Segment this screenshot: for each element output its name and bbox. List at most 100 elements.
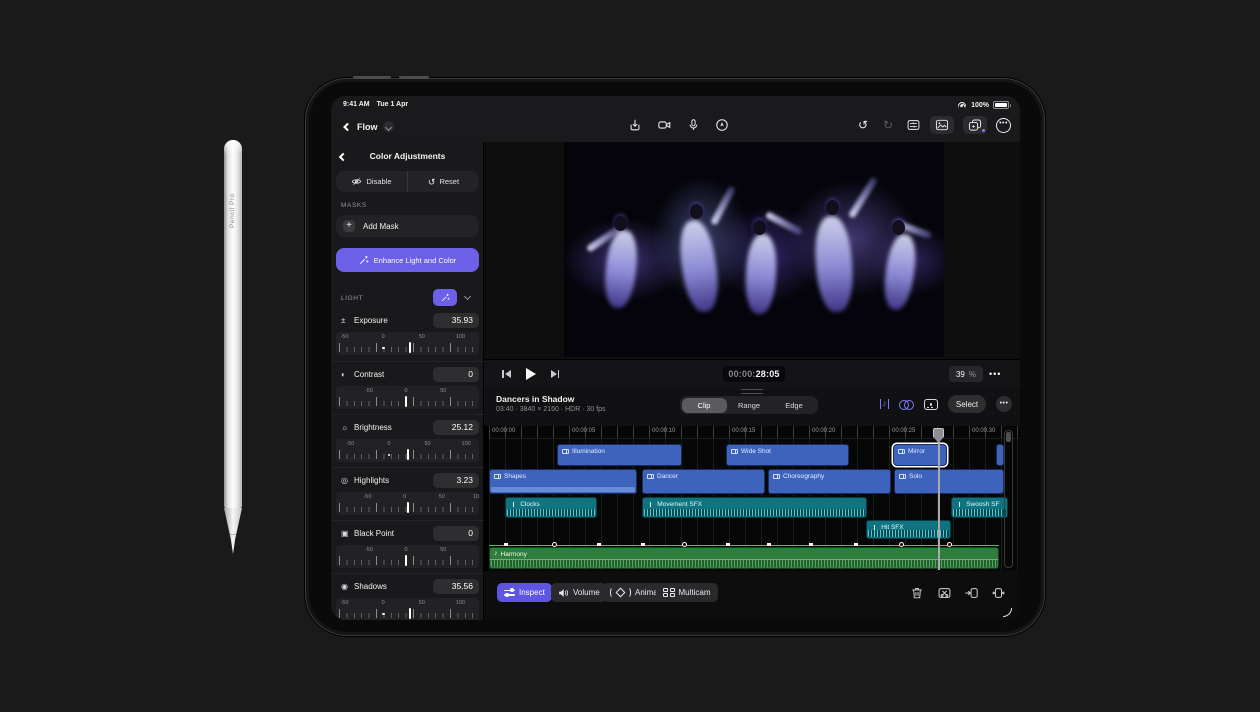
top-bar: 9:41 AMTue 1 Apr 100% Flow [331, 96, 1020, 142]
undo-icon[interactable]: ↺ [855, 117, 871, 133]
slider-brightness: ☼Brightness25.12-50050100 [331, 414, 484, 467]
media-browser-button[interactable] [930, 116, 954, 134]
slider-ruler[interactable]: -50050 [336, 386, 479, 409]
select-button[interactable]: Select [948, 395, 986, 413]
tick-label: 50 [419, 334, 425, 340]
timeline-clip-shapes[interactable]: Shapes [489, 469, 637, 494]
keyframe-square[interactable] [854, 543, 858, 547]
skip-to-end-button[interactable] [551, 370, 560, 378]
timeline-scrollbar[interactable] [1004, 430, 1013, 568]
apple-pencil: Pencil Pro [224, 140, 242, 570]
more-icon[interactable]: ••• [996, 118, 1011, 133]
zoom-unit: % [969, 370, 976, 379]
slider-value[interactable]: 35.56 [433, 579, 479, 594]
timeline-clip-choreography[interactable]: Choreography [768, 469, 891, 494]
slider-ruler[interactable]: -50050100 [336, 492, 479, 515]
disable-button[interactable]: Disable [336, 171, 407, 192]
timeline-resize-grip[interactable] [741, 389, 763, 394]
slider-indicator[interactable] [405, 555, 407, 566]
slider-value[interactable]: 35.93 [433, 313, 479, 328]
add-mask-button[interactable]: + Add Mask [336, 215, 479, 237]
clip-appearance-icon[interactable] [924, 399, 938, 410]
timeline-clip-dancer[interactable]: Dancer [642, 469, 765, 494]
timeline-clip-movement-sfx[interactable]: Movement SFX [642, 497, 867, 518]
keyframe-square[interactable] [504, 543, 508, 547]
keyframe-square[interactable] [809, 543, 813, 547]
timecode-display[interactable]: 00:00:28:05 [723, 366, 785, 382]
keyframe-square[interactable] [767, 543, 771, 547]
zoom-percent-control[interactable]: 39 % [949, 366, 983, 382]
mode-clip[interactable]: Clip [682, 398, 727, 413]
video-preview[interactable] [564, 142, 944, 357]
timeline-clip-clocks[interactable]: Clocks [505, 497, 597, 518]
timeline[interactable]: 00:00:0000:00:0500:00:1000:00:1500:00:20… [489, 426, 1020, 571]
keyframe-circle[interactable] [682, 542, 687, 547]
slider-exposure: ±Exposure35.93-50050100 [331, 308, 484, 361]
timeline-clip-solo[interactable]: Solo [894, 469, 1004, 494]
slider-ruler[interactable]: -50050 [336, 545, 479, 568]
slider-indicator[interactable] [407, 502, 409, 513]
transport-more-icon[interactable]: ••• [989, 369, 1001, 379]
slider-ruler[interactable]: -50050100 [336, 439, 479, 462]
import-icon[interactable] [627, 117, 643, 133]
slider-value[interactable]: 3.23 [433, 473, 479, 488]
timeline-clip-swoosh-sf[interactable]: Swoosh SF [951, 497, 1008, 518]
keyframe-square[interactable] [597, 543, 601, 547]
ruler-label: 00:00:10 [652, 428, 675, 434]
playhead-line[interactable] [938, 428, 940, 570]
mic-icon[interactable] [685, 117, 701, 133]
timeline-clip[interactable] [996, 444, 1004, 466]
slider-indicator[interactable] [405, 396, 407, 407]
enhance-light-color-button[interactable]: Enhance Light and Color [336, 248, 479, 272]
effects-button[interactable] [963, 116, 987, 134]
slider-ruler[interactable]: -50050100 [336, 332, 479, 355]
keyframe-circle[interactable] [947, 542, 952, 547]
slider-value[interactable]: 25.12 [433, 420, 479, 435]
playhead-handle[interactable] [933, 428, 944, 443]
back-chevron-icon[interactable] [343, 123, 351, 131]
slider-ruler[interactable]: -50050100 [336, 598, 479, 620]
keyframe-square[interactable] [726, 543, 730, 547]
slider-value[interactable]: 0 [433, 367, 479, 382]
keyframe-circle[interactable] [552, 542, 557, 547]
blade-icon[interactable] [936, 585, 952, 601]
stage: Pencil Pro 9:41 AMTue 1 Apr 100% Flow [0, 0, 1260, 712]
ipad-device: 9:41 AMTue 1 Apr 100% Flow [305, 78, 1045, 636]
inspect-button[interactable]: Inspect [497, 583, 552, 602]
slider-value[interactable]: 0 [433, 526, 479, 541]
redo-icon[interactable]: ↻ [880, 117, 896, 133]
tick-label: 50 [419, 600, 425, 606]
mode-edge[interactable]: Edge [772, 398, 817, 413]
timeline-more-icon[interactable]: ••• [996, 396, 1012, 412]
adjustments-icon[interactable] [905, 117, 921, 133]
keyframe-circle[interactable] [899, 542, 904, 547]
tick-label: -50 [365, 388, 373, 394]
music-note-icon: ♪ [494, 551, 498, 557]
project-chevron-icon[interactable] [383, 121, 394, 132]
selection-mode-control: Clip Range Edge [680, 396, 818, 414]
trash-icon[interactable] [909, 585, 925, 601]
slider-name: Shadows [354, 582, 387, 591]
volume-button[interactable]: Volume [551, 583, 607, 602]
sfx-track-b: Hit SFX [489, 520, 1020, 539]
slider-indicator[interactable] [407, 449, 409, 460]
connect-icon[interactable] [899, 400, 914, 409]
light-auto-wand-button[interactable] [433, 289, 457, 306]
timeline-clip-illumination[interactable]: Illumination [557, 444, 682, 466]
mode-range[interactable]: Range [727, 398, 772, 413]
highlights-icon: ◎ [341, 476, 354, 485]
insert-icon[interactable] [963, 585, 979, 601]
skip-to-start-button[interactable] [502, 370, 511, 378]
pencil-hover-icon[interactable] [714, 117, 730, 133]
light-collapse-chevron-icon[interactable] [464, 293, 471, 300]
camera-icon[interactable] [656, 117, 672, 133]
multicam-button[interactable]: Multicam [656, 583, 718, 602]
play-button[interactable] [526, 368, 536, 380]
timeline-clip-wide-shot[interactable]: Wide Shot [726, 444, 849, 466]
timeline-clip-harmony[interactable]: ♪Harmony [489, 547, 999, 569]
project-title[interactable]: Flow [357, 121, 394, 132]
brightness-icon: ☼ [341, 423, 354, 432]
reset-button[interactable]: ↺ Reset [407, 171, 479, 192]
audio-meters-icon[interactable]: ♪ [880, 399, 889, 409]
keyframe-square[interactable] [641, 543, 645, 547]
